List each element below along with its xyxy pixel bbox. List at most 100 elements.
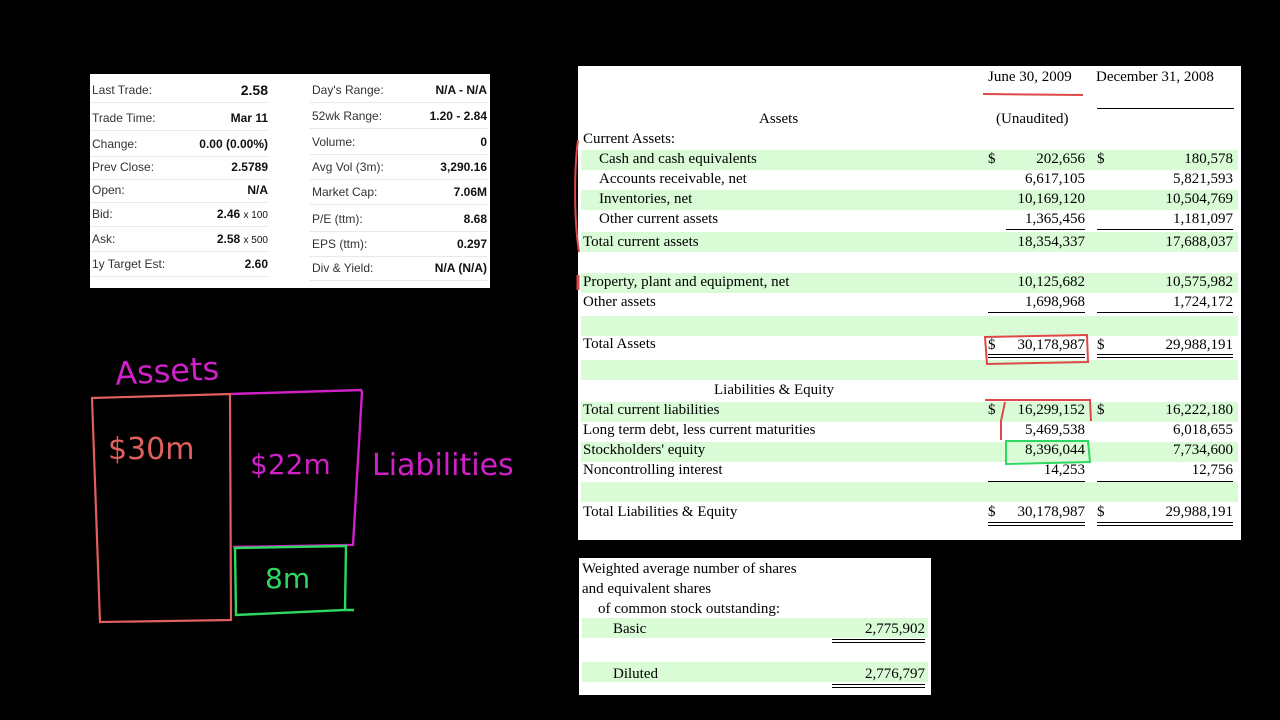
value-cell: 8,396,044 (1025, 442, 1085, 458)
quote-row: Market Cap: 7.06M (310, 180, 487, 205)
liabilities-sketch-label: Liabilities (372, 448, 514, 483)
total-rule (832, 684, 925, 685)
equity-sketch-value: 8m (265, 562, 311, 595)
total-rule (832, 642, 925, 643)
quote-key: Bid: (92, 207, 113, 221)
quote-row: Open: N/A (90, 178, 268, 203)
value-cell: 6,617,105 (1025, 171, 1085, 187)
quote-value: N/A - N/A (435, 78, 487, 102)
total-rule (1097, 354, 1233, 355)
quote-value-text: N/A - N/A (435, 83, 487, 97)
balance-sheet: June 30, 2009 December 31, 2008 Assets (… (578, 66, 1241, 540)
quote-key: Volume: (312, 135, 356, 149)
row-label: Noncontrolling interest (583, 462, 723, 478)
liabilities-heading: Liabilities & Equity (714, 382, 834, 398)
quote-row: 1y Target Est: 2.60 (90, 252, 268, 277)
col1-header: June 30, 2009 (988, 69, 1072, 85)
total-rule (1097, 357, 1233, 358)
current-assets-label: Current Assets: (583, 131, 676, 147)
dollar-sign: $ (1097, 504, 1105, 520)
assets-heading: Assets (759, 111, 799, 127)
value-cell: 10,504,769 (1165, 191, 1234, 207)
quote-value-text: 0.00 (0.00%) (199, 137, 268, 151)
quote-value-text: Mar 11 (230, 111, 268, 125)
value-cell: 17,688,037 (1165, 234, 1234, 250)
total-rule (988, 522, 1085, 523)
value-cell: 18,354,337 (1017, 234, 1086, 250)
quote-value: N/A (N/A) (435, 256, 487, 280)
diluted-label: Diluted (613, 666, 658, 682)
row-label: Inventories, net (599, 191, 693, 207)
row-band (581, 316, 1238, 336)
quote-value-text: 3,290.16 (440, 160, 487, 174)
quote-row: 52wk Range: 1.20 - 2.84 (310, 104, 487, 129)
row-label: Other current assets (599, 211, 719, 227)
assets-box (90, 392, 233, 624)
row-label: Total current assets (583, 234, 699, 250)
quote-key: Open: (92, 183, 125, 197)
row-label: Total Assets (583, 336, 656, 352)
quote-value: 2.60 (245, 252, 268, 276)
row-label: Long term debt, less current maturities (583, 422, 816, 438)
quote-key: Avg Vol (3m): (312, 160, 384, 174)
subtotal-rule (1097, 229, 1233, 230)
quote-value: 2.46 x 100 (217, 202, 268, 228)
row-band (581, 482, 1238, 502)
shares-caption-line: Weighted average number of shares (582, 561, 797, 577)
value-cell: 10,575,982 (1165, 274, 1234, 290)
quote-value: 2.58 (241, 78, 268, 102)
row-label: Total Liabilities & Equity (583, 504, 738, 520)
quote-value: 1.20 - 2.84 (430, 104, 487, 128)
value-cell: 180,578 (1184, 151, 1233, 167)
quote-value-text: 7.06M (453, 185, 487, 199)
quote-row: Prev Close: 2.5789 (90, 155, 268, 180)
value-cell: 1,724,172 (1173, 294, 1233, 310)
total-rule (1097, 525, 1233, 526)
quote-key: Day's Range: (312, 83, 384, 97)
quote-key: EPS (ttm): (312, 237, 368, 251)
shares-outstanding-box: Weighted average number of shares and eq… (579, 558, 931, 695)
row-band (581, 360, 1238, 380)
quote-value: Mar 11 (231, 106, 268, 130)
row-label: Stockholders' equity (583, 442, 706, 458)
quote-key: Trade Time: (92, 111, 156, 125)
header-rule (1097, 108, 1234, 109)
value-cell: 10,169,120 (1017, 191, 1086, 207)
quote-row: Avg Vol (3m): 3,290.16 (310, 155, 487, 180)
quote-value-text: N/A (247, 183, 268, 197)
quote-row: EPS (ttm): 0.297 (310, 232, 487, 257)
quote-value: 2.5789 (231, 155, 268, 179)
assets-sketch-value: $30m (108, 432, 195, 467)
row-label: Cash and cash equivalents (599, 151, 757, 167)
value-cell: 1,181,097 (1173, 211, 1233, 227)
row-label: Accounts receivable, net (599, 171, 747, 187)
quote-value: 0 (480, 130, 487, 154)
basic-value: 2,775,902 (865, 621, 925, 637)
value-cell: 29,988,191 (1165, 504, 1234, 520)
value-cell: 30,178,987 (1017, 337, 1086, 353)
value-cell: 7,734,600 (1173, 442, 1233, 458)
dollar-sign: $ (988, 151, 996, 167)
liabilities-sketch-value: $22m (250, 448, 331, 481)
dollar-sign: $ (1097, 337, 1105, 353)
row-label: Property, plant and equipment, net (583, 274, 790, 290)
quote-row: P/E (ttm): 8.68 (310, 207, 487, 232)
value-cell: 6,018,655 (1173, 422, 1233, 438)
dollar-sign: $ (988, 402, 996, 418)
quote-row: Day's Range: N/A - N/A (310, 78, 487, 103)
subtotal-rule (988, 481, 1085, 482)
subtotal-rule (1097, 312, 1233, 313)
value-cell: 202,656 (1036, 151, 1085, 167)
value-cell: 5,469,538 (1025, 422, 1085, 438)
quote-value-text: 2.46 (216, 207, 241, 221)
col1-subheader: (Unaudited) (996, 111, 1069, 127)
quote-row: Volume: 0 (310, 130, 487, 155)
row-label: Total current liabilities (583, 402, 720, 418)
basic-label: Basic (613, 621, 647, 637)
value-cell: 14,253 (1043, 462, 1085, 478)
quote-row: Change: 0.00 (0.00%) (90, 132, 268, 157)
total-rule (832, 687, 925, 688)
quote-row: Bid: 2.46 x 100 (90, 202, 268, 227)
quote-row: Trade Time: Mar 11 (90, 106, 268, 131)
total-rule (988, 357, 1085, 358)
